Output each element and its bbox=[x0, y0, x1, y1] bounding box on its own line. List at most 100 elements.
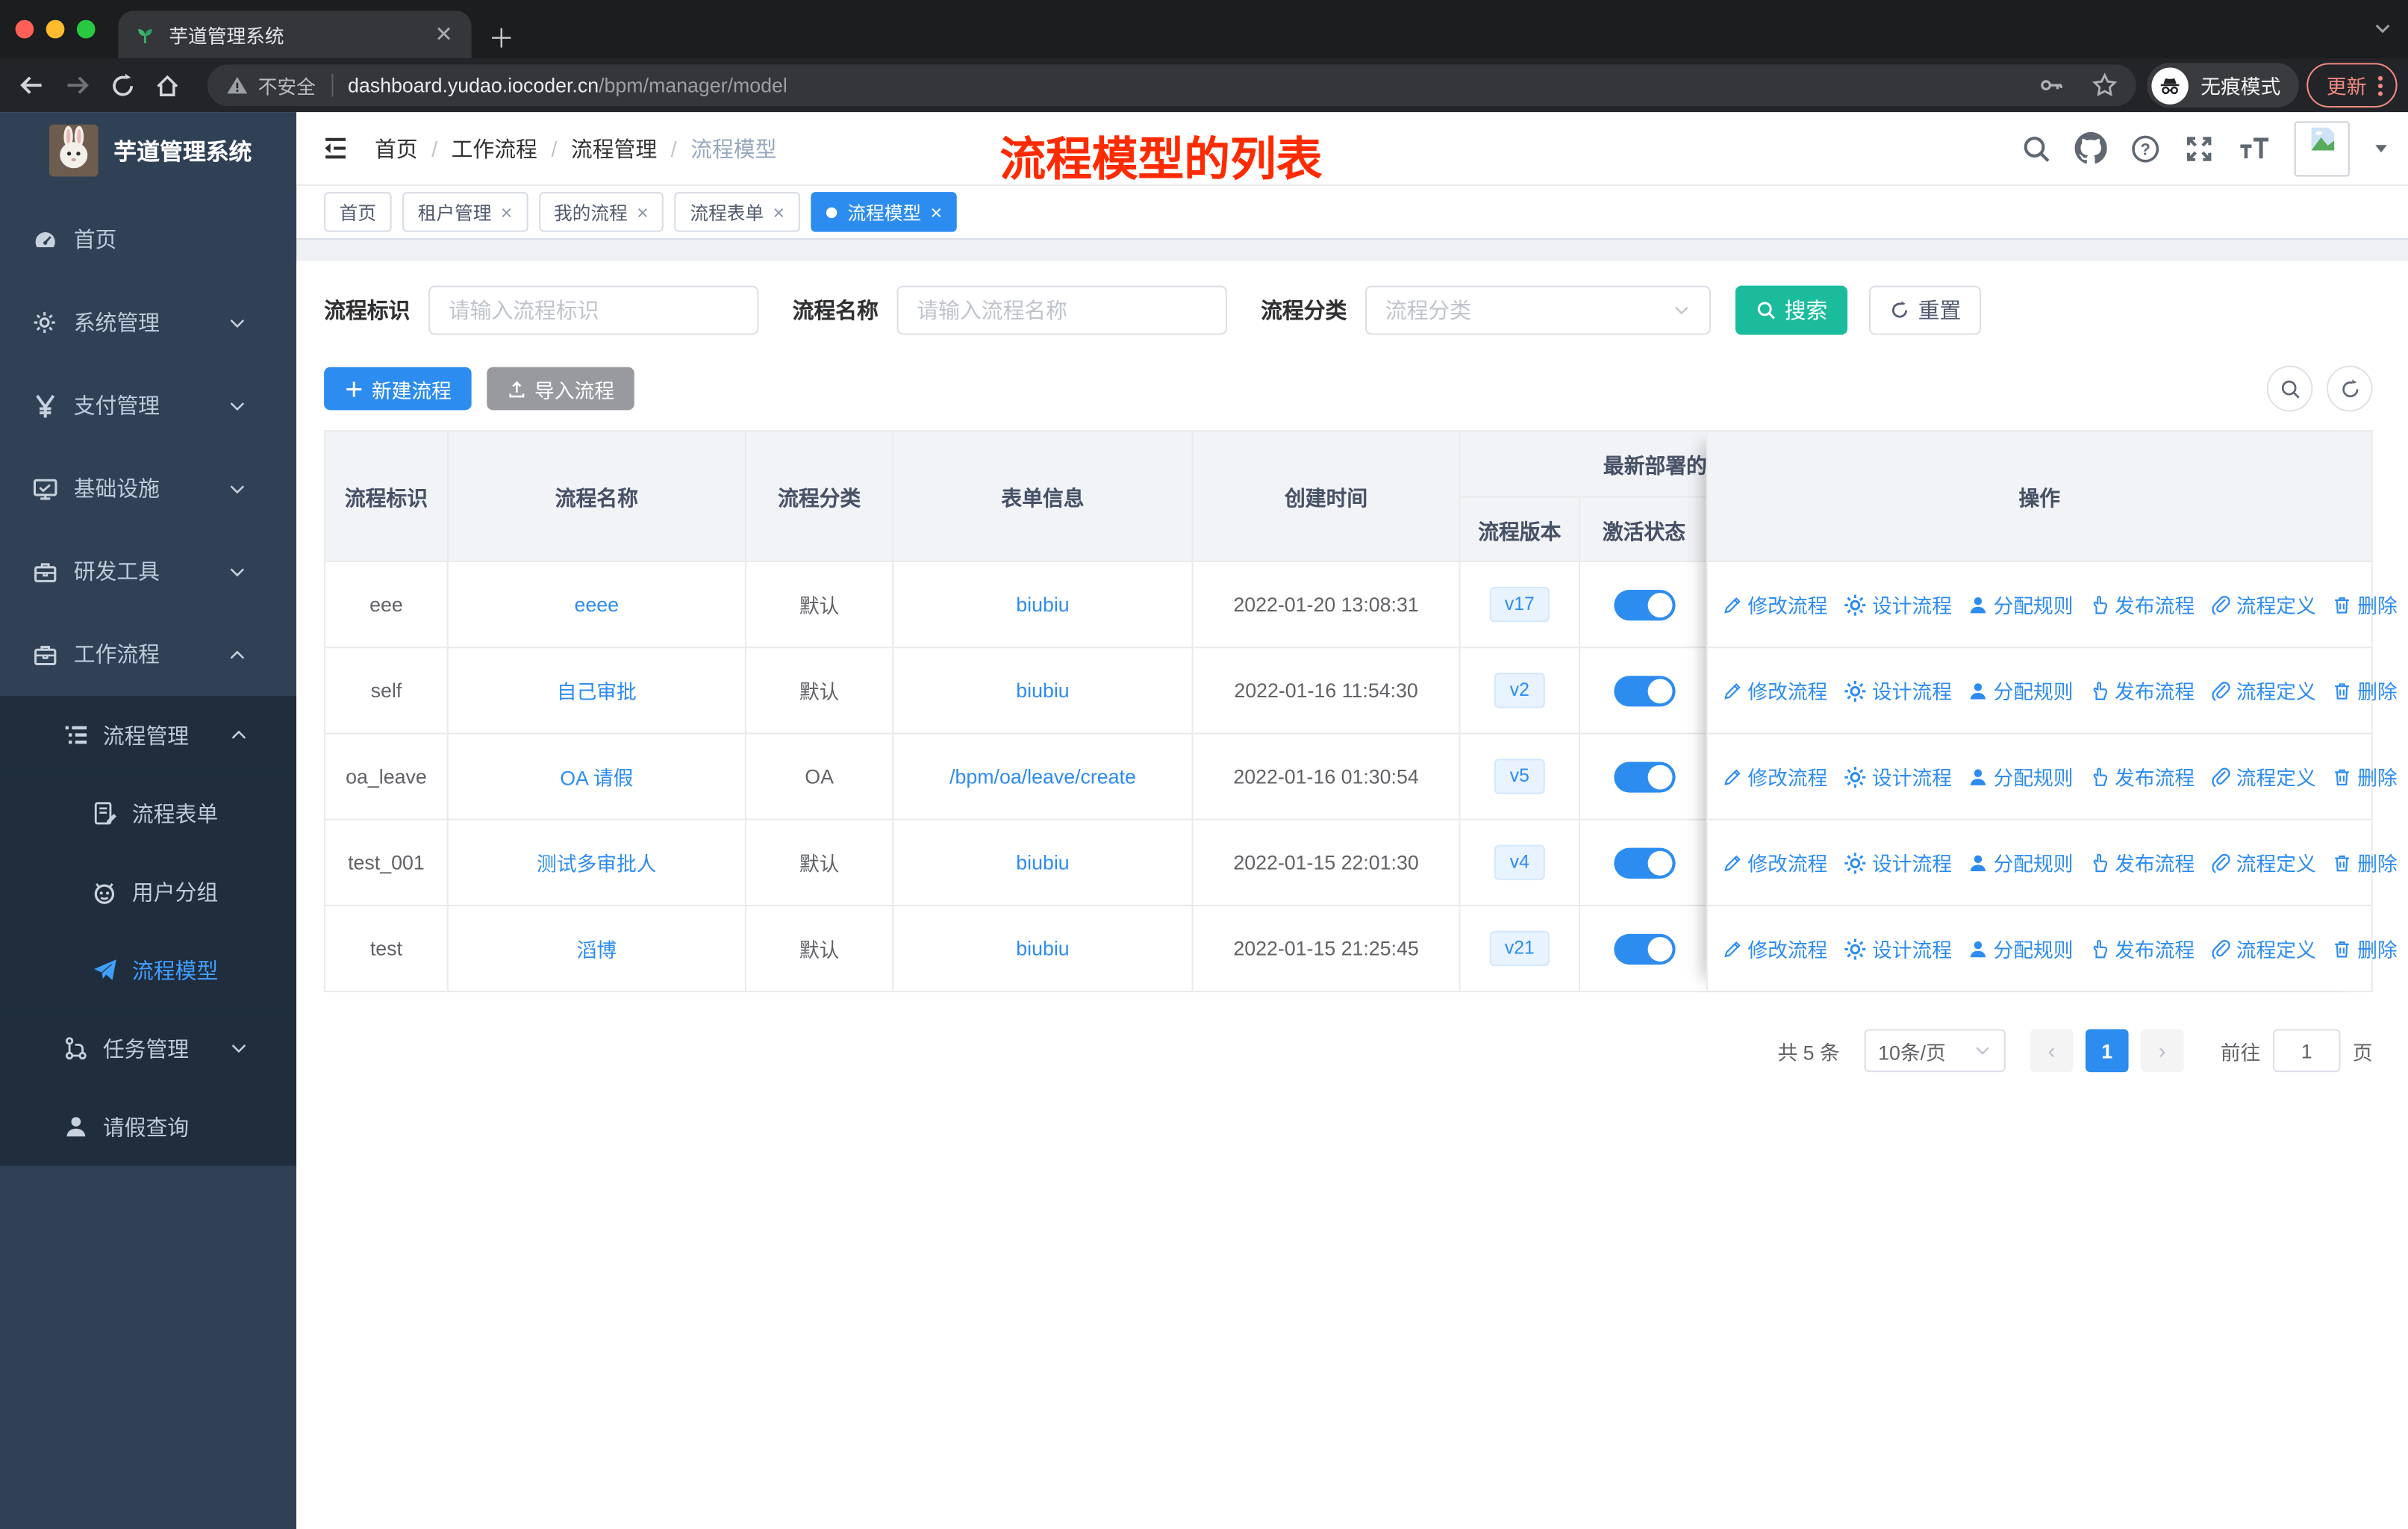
breadcrumb-item[interactable]: 首页 bbox=[375, 133, 418, 164]
close-icon[interactable]: × bbox=[930, 200, 942, 223]
tags-view-item-首页[interactable]: 首页 bbox=[324, 192, 392, 232]
action-修改流程[interactable]: 修改流程 bbox=[1721, 762, 1827, 791]
fullscreen-icon[interactable] bbox=[2184, 133, 2215, 164]
action-分配规则[interactable]: 分配规则 bbox=[1968, 848, 2074, 877]
tab-search-icon[interactable] bbox=[2373, 19, 2393, 39]
app-logo[interactable]: 芋道管理系统 bbox=[0, 112, 296, 189]
url-text[interactable]: dashboard.yudao.iocoder.cn/bpm/manager/m… bbox=[348, 74, 787, 97]
page-size-select[interactable]: 10条/页 bbox=[1864, 1029, 2006, 1073]
tags-view-item-流程表单[interactable]: 流程表单 × bbox=[674, 192, 800, 232]
show-search-button[interactable] bbox=[2266, 365, 2313, 412]
active-toggle[interactable] bbox=[1613, 932, 1675, 965]
maximize-window-button[interactable] bbox=[76, 19, 96, 39]
import-process-button[interactable]: 导入流程 bbox=[487, 367, 634, 411]
form-link[interactable]: biubiu bbox=[1016, 679, 1069, 702]
sidebar-item-流程模型[interactable]: 流程模型 bbox=[0, 930, 297, 1009]
action-删除[interactable]: 删除 bbox=[2331, 848, 2398, 877]
close-window-button[interactable] bbox=[15, 19, 34, 39]
process-name-link[interactable]: eeee bbox=[575, 593, 620, 616]
action-修改流程[interactable]: 修改流程 bbox=[1721, 934, 1827, 963]
sidebar-item-首页[interactable]: 首页 bbox=[0, 198, 296, 281]
sidebar-item-请假查询[interactable]: 请假查询 bbox=[0, 1087, 297, 1166]
sidebar-item-用户分组[interactable]: 用户分组 bbox=[0, 852, 297, 931]
action-设计流程[interactable]: 设计流程 bbox=[1843, 762, 1952, 791]
action-设计流程[interactable]: 设计流程 bbox=[1843, 676, 1952, 705]
tags-view-item-流程模型[interactable]: 流程模型 × bbox=[810, 192, 958, 232]
action-流程定义[interactable]: 流程定义 bbox=[2210, 676, 2316, 705]
action-删除[interactable]: 删除 bbox=[2331, 934, 2398, 963]
refresh-table-button[interactable] bbox=[2326, 365, 2373, 412]
sidebar-fold-icon[interactable] bbox=[321, 134, 350, 163]
breadcrumb-item[interactable]: 工作流程 bbox=[452, 133, 537, 164]
forward-icon[interactable] bbox=[63, 71, 92, 100]
action-流程定义[interactable]: 流程定义 bbox=[2210, 934, 2316, 963]
active-toggle[interactable] bbox=[1613, 589, 1675, 620]
sidebar-item-流程管理[interactable]: 流程管理 bbox=[0, 696, 297, 774]
active-toggle[interactable] bbox=[1613, 847, 1675, 878]
bookmark-star-icon[interactable] bbox=[2092, 72, 2118, 99]
action-删除[interactable]: 删除 bbox=[2331, 762, 2398, 791]
security-label[interactable]: 不安全 bbox=[258, 71, 316, 100]
category-select[interactable]: 流程分类 bbox=[1365, 285, 1711, 335]
process-name-link[interactable]: 滔博 bbox=[577, 934, 617, 963]
tab-close-icon[interactable]: ✕ bbox=[431, 22, 456, 48]
action-修改流程[interactable]: 修改流程 bbox=[1721, 848, 1827, 877]
help-icon[interactable]: ? bbox=[2130, 133, 2161, 164]
action-分配规则[interactable]: 分配规则 bbox=[1968, 590, 2074, 619]
key-icon[interactable] bbox=[2038, 72, 2064, 99]
action-设计流程[interactable]: 设计流程 bbox=[1843, 590, 1952, 619]
action-修改流程[interactable]: 修改流程 bbox=[1721, 676, 1827, 705]
action-流程定义[interactable]: 流程定义 bbox=[2210, 848, 2316, 877]
sidebar-item-任务管理[interactable]: 任务管理 bbox=[0, 1009, 297, 1088]
action-发布流程[interactable]: 发布流程 bbox=[2089, 762, 2195, 791]
goto-page-input[interactable] bbox=[2272, 1029, 2341, 1073]
action-设计流程[interactable]: 设计流程 bbox=[1843, 934, 1952, 963]
action-发布流程[interactable]: 发布流程 bbox=[2089, 848, 2195, 877]
form-link[interactable]: biubiu bbox=[1016, 937, 1069, 960]
tags-view-item-租户管理[interactable]: 租户管理 × bbox=[402, 192, 528, 232]
close-icon[interactable]: × bbox=[501, 200, 513, 223]
form-link[interactable]: biubiu bbox=[1016, 593, 1069, 616]
action-分配规则[interactable]: 分配规则 bbox=[1968, 934, 2074, 963]
action-分配规则[interactable]: 分配规则 bbox=[1968, 676, 2074, 705]
sidebar-item-基础设施[interactable]: 基础设施 bbox=[0, 447, 296, 530]
back-icon[interactable] bbox=[17, 71, 46, 100]
tags-view-item-我的流程[interactable]: 我的流程 × bbox=[538, 192, 664, 232]
active-toggle[interactable] bbox=[1613, 761, 1675, 792]
action-分配规则[interactable]: 分配规则 bbox=[1968, 762, 2074, 791]
home-icon[interactable] bbox=[154, 72, 181, 99]
sidebar-item-支付管理[interactable]: 支付管理 bbox=[0, 364, 296, 447]
action-流程定义[interactable]: 流程定义 bbox=[2210, 590, 2316, 619]
action-删除[interactable]: 删除 bbox=[2331, 590, 2398, 619]
sidebar-item-研发工具[interactable]: 研发工具 bbox=[0, 530, 296, 613]
window-controls[interactable] bbox=[15, 19, 96, 39]
close-icon[interactable]: × bbox=[637, 200, 649, 223]
sidebar-item-流程表单[interactable]: 流程表单 bbox=[0, 773, 297, 853]
search-button[interactable]: 搜索 bbox=[1735, 285, 1848, 335]
action-发布流程[interactable]: 发布流程 bbox=[2089, 934, 2195, 963]
new-tab-button[interactable]: ＋ bbox=[488, 17, 514, 55]
search-icon[interactable] bbox=[2021, 133, 2052, 164]
form-link[interactable]: biubiu bbox=[1016, 851, 1069, 874]
browser-tab[interactable]: 芋道管理系统 ✕ bbox=[118, 10, 472, 59]
action-流程定义[interactable]: 流程定义 bbox=[2210, 762, 2316, 791]
reload-icon[interactable] bbox=[109, 72, 137, 99]
current-page-button[interactable]: 1 bbox=[2085, 1029, 2129, 1073]
action-设计流程[interactable]: 设计流程 bbox=[1843, 848, 1952, 877]
next-page-button[interactable]: › bbox=[2140, 1029, 2184, 1073]
browser-update-button[interactable]: 更新 bbox=[2306, 63, 2398, 108]
update-label[interactable]: 更新 bbox=[2327, 71, 2367, 100]
process-name-input[interactable] bbox=[896, 285, 1227, 335]
sidebar-item-系统管理[interactable]: 系统管理 bbox=[0, 281, 296, 364]
process-name-link[interactable]: 自己审批 bbox=[557, 676, 637, 705]
action-修改流程[interactable]: 修改流程 bbox=[1721, 590, 1827, 619]
address-bar[interactable]: 不安全 dashboard.yudao.iocoder.cn/bpm/manag… bbox=[207, 64, 2136, 106]
browser-menu-icon[interactable] bbox=[2377, 73, 2383, 98]
process-id-input[interactable] bbox=[428, 285, 759, 335]
font-size-icon[interactable] bbox=[2238, 133, 2271, 164]
not-secure-warning-icon[interactable] bbox=[225, 74, 249, 97]
prev-page-button[interactable]: ‹ bbox=[2030, 1029, 2074, 1073]
form-link[interactable]: /bpm/oa/leave/create bbox=[949, 765, 1136, 788]
process-name-link[interactable]: 测试多审批人 bbox=[537, 848, 657, 877]
sidebar-item-工作流程[interactable]: 工作流程 bbox=[0, 613, 296, 696]
